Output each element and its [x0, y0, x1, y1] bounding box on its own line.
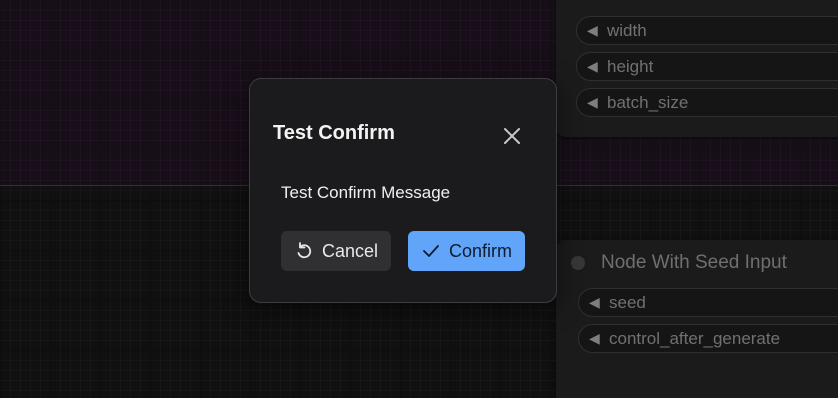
undo-icon: [294, 241, 314, 261]
dialog-message: Test Confirm Message: [281, 183, 451, 202]
confirm-button[interactable]: Confirm: [408, 231, 525, 271]
confirm-label: Confirm: [448, 240, 512, 261]
cancel-label: Cancel: [321, 240, 379, 261]
close-icon[interactable]: [500, 124, 524, 148]
dialog-title: Test Confirm: [273, 122, 395, 144]
cancel-button[interactable]: Cancel: [281, 231, 391, 271]
check-icon: [421, 241, 441, 261]
confirm-dialog: Test Confirm Test Confirm Message Cancel…: [249, 78, 557, 303]
